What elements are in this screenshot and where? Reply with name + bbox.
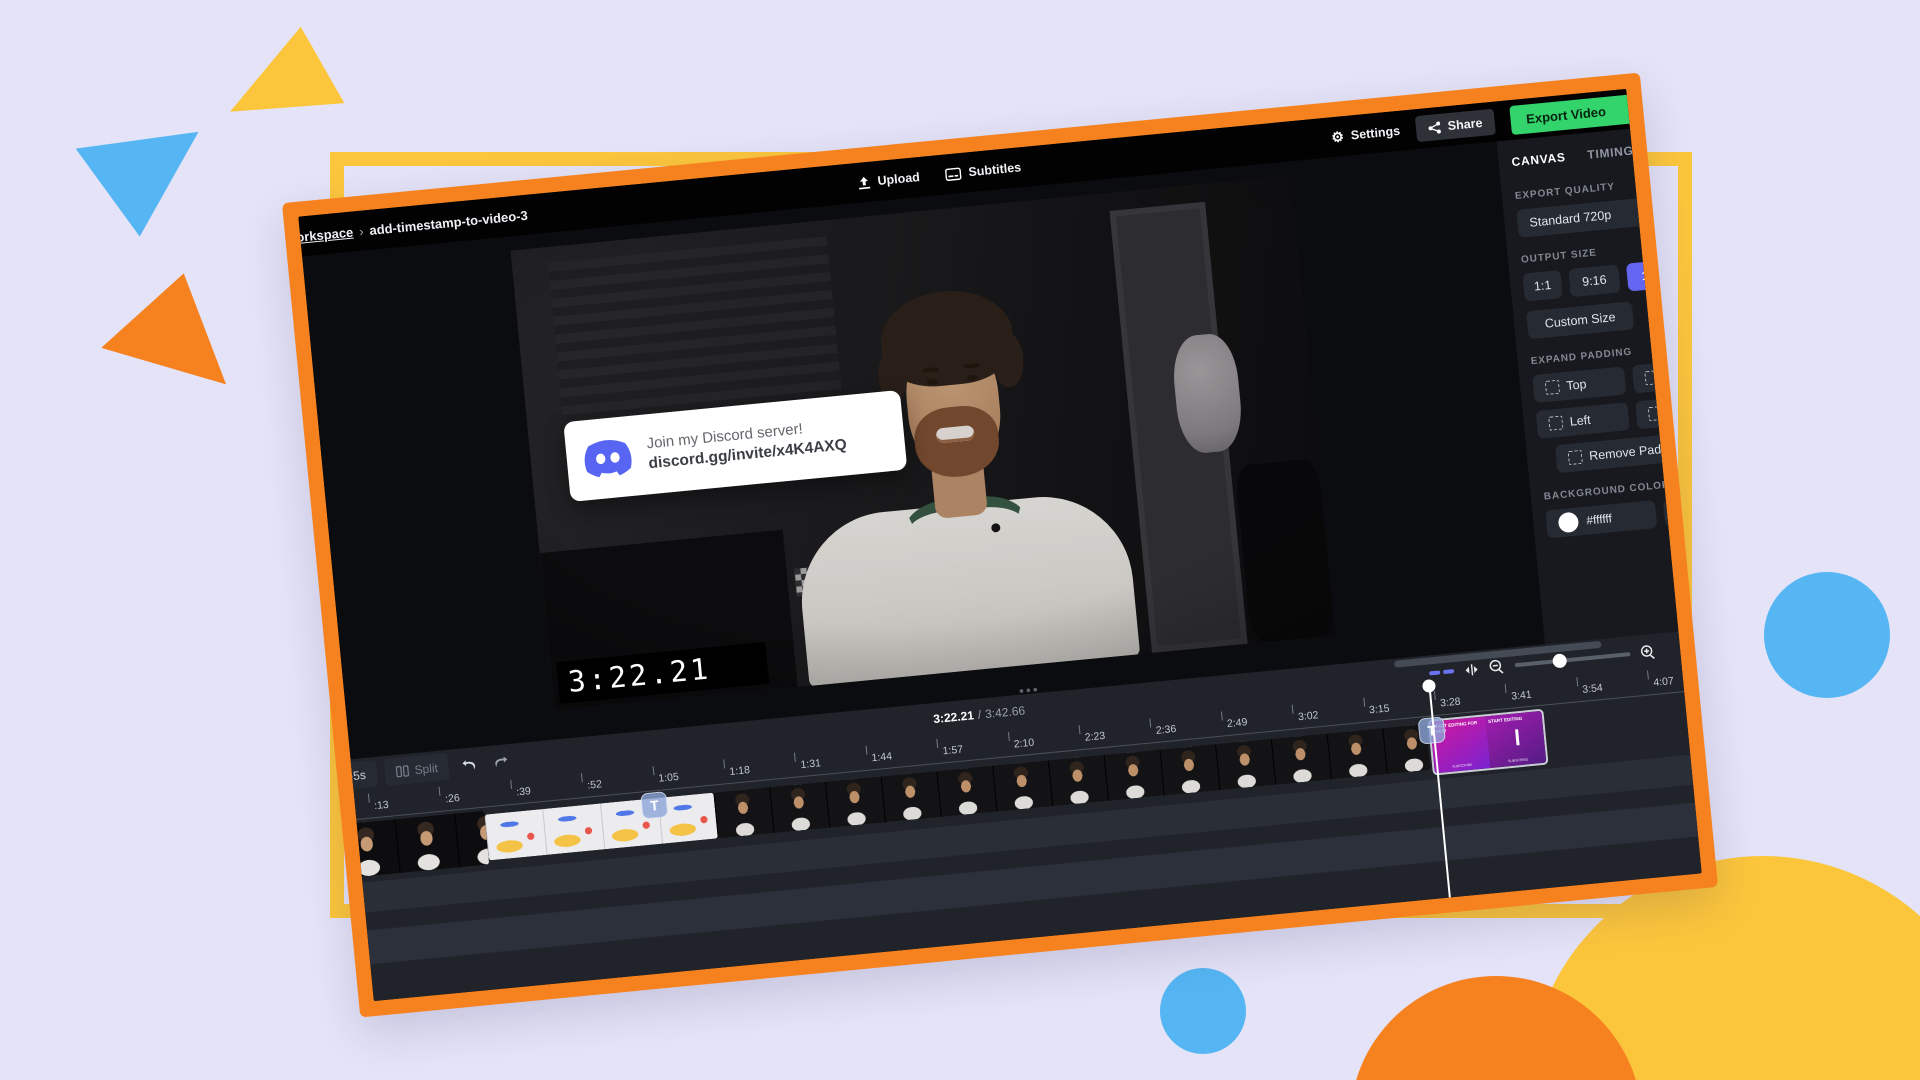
split-label: Split: [413, 760, 439, 777]
upload-button[interactable]: Upload: [857, 170, 920, 190]
discord-card-text: Join my Discord server! discord.gg/invit…: [646, 416, 848, 473]
color-hex-value: #ffffff: [1585, 511, 1613, 528]
split-icon: [395, 764, 409, 777]
undo-button[interactable]: [455, 750, 481, 778]
ruler-tick: 3:54: [1576, 677, 1603, 699]
ruler-tick: 1:57: [936, 738, 964, 761]
ruler-tick: :26: [438, 786, 460, 809]
background-color-swatch-button[interactable]: #ffffff: [1545, 500, 1658, 539]
split-view-icon[interactable]: [1464, 662, 1480, 676]
settings-label: Settings: [1350, 123, 1401, 143]
ruler-tick: 1:31: [794, 752, 821, 775]
clip-screen-recording[interactable]: [484, 792, 718, 861]
decor-triangle-yellow: [230, 19, 354, 128]
zoom-out-icon[interactable]: [1488, 658, 1505, 675]
upload-label: Upload: [876, 170, 921, 189]
pad-left-button[interactable]: Left: [1535, 402, 1630, 439]
ruler-tick: 3:28: [1433, 690, 1461, 713]
pad-left-icon: [1548, 415, 1564, 431]
tab-timing[interactable]: TIMING: [1587, 143, 1634, 161]
ruler-tick: :52: [581, 773, 602, 795]
share-button[interactable]: Share: [1414, 108, 1496, 143]
gear-icon: ⚙: [1330, 128, 1345, 146]
total-duration: 3:42.66: [984, 703, 1026, 722]
ruler-tick: 1:05: [652, 766, 679, 788]
endcard-frame-2: START EDITING SUBSCRIBE: [1485, 710, 1547, 769]
ruler-tick: 4:07: [1647, 670, 1674, 693]
ruler-tick: 3:15: [1362, 697, 1390, 720]
decor-triangle-orange: [99, 266, 237, 385]
settings-button[interactable]: ⚙ Settings: [1330, 123, 1401, 146]
subtitles-label: Subtitles: [967, 160, 1022, 180]
video-preview[interactable]: Join my Discord server! discord.gg/invit…: [510, 175, 1336, 711]
decor-circle-blue-small: [1160, 968, 1246, 1054]
color-swatch: [1557, 511, 1580, 534]
tab-canvas[interactable]: CANVAS: [1511, 150, 1566, 169]
export-video-button[interactable]: Export Video: [1508, 91, 1663, 135]
ruler-tick: 2:23: [1078, 725, 1106, 747]
text-layer-badge-1[interactable]: T: [640, 791, 669, 820]
discord-logo-icon: [579, 435, 637, 482]
current-time: 3:22.21: [932, 708, 975, 727]
eyedropper-button[interactable]: [1662, 496, 1698, 528]
subtitles-button[interactable]: Subtitles: [945, 160, 1022, 181]
pad-bottom-icon: [1644, 370, 1660, 386]
ruler-tick: 2:10: [1007, 732, 1035, 754]
video-editor-app: Workspace › add-timestamp-to-video-3 Upl…: [298, 88, 1702, 1002]
upload-icon: [857, 175, 871, 189]
pad-top-icon: [1544, 379, 1561, 395]
clip-endcard[interactable]: START EDITING FOR FREE! SUBSCRIBE START …: [1427, 708, 1549, 776]
subtitles-icon: [945, 167, 962, 181]
breadcrumb-project-name: add-timestamp-to-video-3: [368, 207, 529, 238]
endcard-text-cursor: [1515, 729, 1520, 746]
endcard-subtitle: SUBSCRIBE: [1452, 762, 1473, 769]
remove-padding-label: Remove Padding: [1588, 439, 1686, 464]
breadcrumb-separator: ›: [358, 223, 365, 239]
fit-timeline-icon[interactable]: [1429, 669, 1455, 676]
time-separator: /: [977, 707, 982, 722]
remove-padding-icon: [1567, 449, 1583, 466]
marketing-canvas: Workspace › add-timestamp-to-video-3 Upl…: [0, 0, 1920, 1080]
ruler-tick: :39: [510, 779, 531, 802]
pad-left-label: Left: [1569, 412, 1592, 429]
ratio-1-1-button[interactable]: 1:1: [1522, 270, 1563, 302]
share-label: Share: [1447, 115, 1484, 134]
zoom-slider-knob[interactable]: [1552, 653, 1568, 669]
redo-button[interactable]: [487, 747, 513, 775]
endcard-title-2: START EDITING: [1487, 715, 1523, 725]
ruler-tick: 1:44: [865, 745, 893, 768]
ruler-tick: 2:36: [1149, 718, 1177, 740]
zoom-in-icon[interactable]: [1640, 644, 1657, 661]
breadcrumb-workspace-link[interactable]: Workspace: [298, 224, 354, 246]
pad-right-icon: [1647, 405, 1664, 422]
decor-circle-blue: [1764, 572, 1890, 698]
endcard-subtitle-2: SUBSCRIBE: [1507, 757, 1529, 764]
export-video-label: Export Video: [1525, 103, 1607, 127]
ruler-tick: 1:18: [723, 759, 750, 782]
ruler-tick: 3:02: [1291, 704, 1319, 727]
ratio-9-16-button[interactable]: 9:16: [1568, 264, 1621, 298]
editor-window-frame: Workspace › add-timestamp-to-video-3 Upl…: [281, 72, 1719, 1018]
ruler-tick: 2:49: [1220, 711, 1248, 734]
decor-triangle-blue: [75, 132, 209, 242]
share-icon: [1427, 120, 1441, 134]
ruler-tick: :13: [367, 793, 389, 816]
skip-back-button[interactable]: -5s: [336, 759, 378, 791]
ruler-tick: 3:41: [1505, 684, 1532, 706]
pad-top-button[interactable]: Top: [1532, 366, 1627, 404]
pad-top-label: Top: [1565, 377, 1588, 393]
clip-intro[interactable]: [334, 810, 490, 879]
split-button[interactable]: Split: [383, 752, 450, 786]
